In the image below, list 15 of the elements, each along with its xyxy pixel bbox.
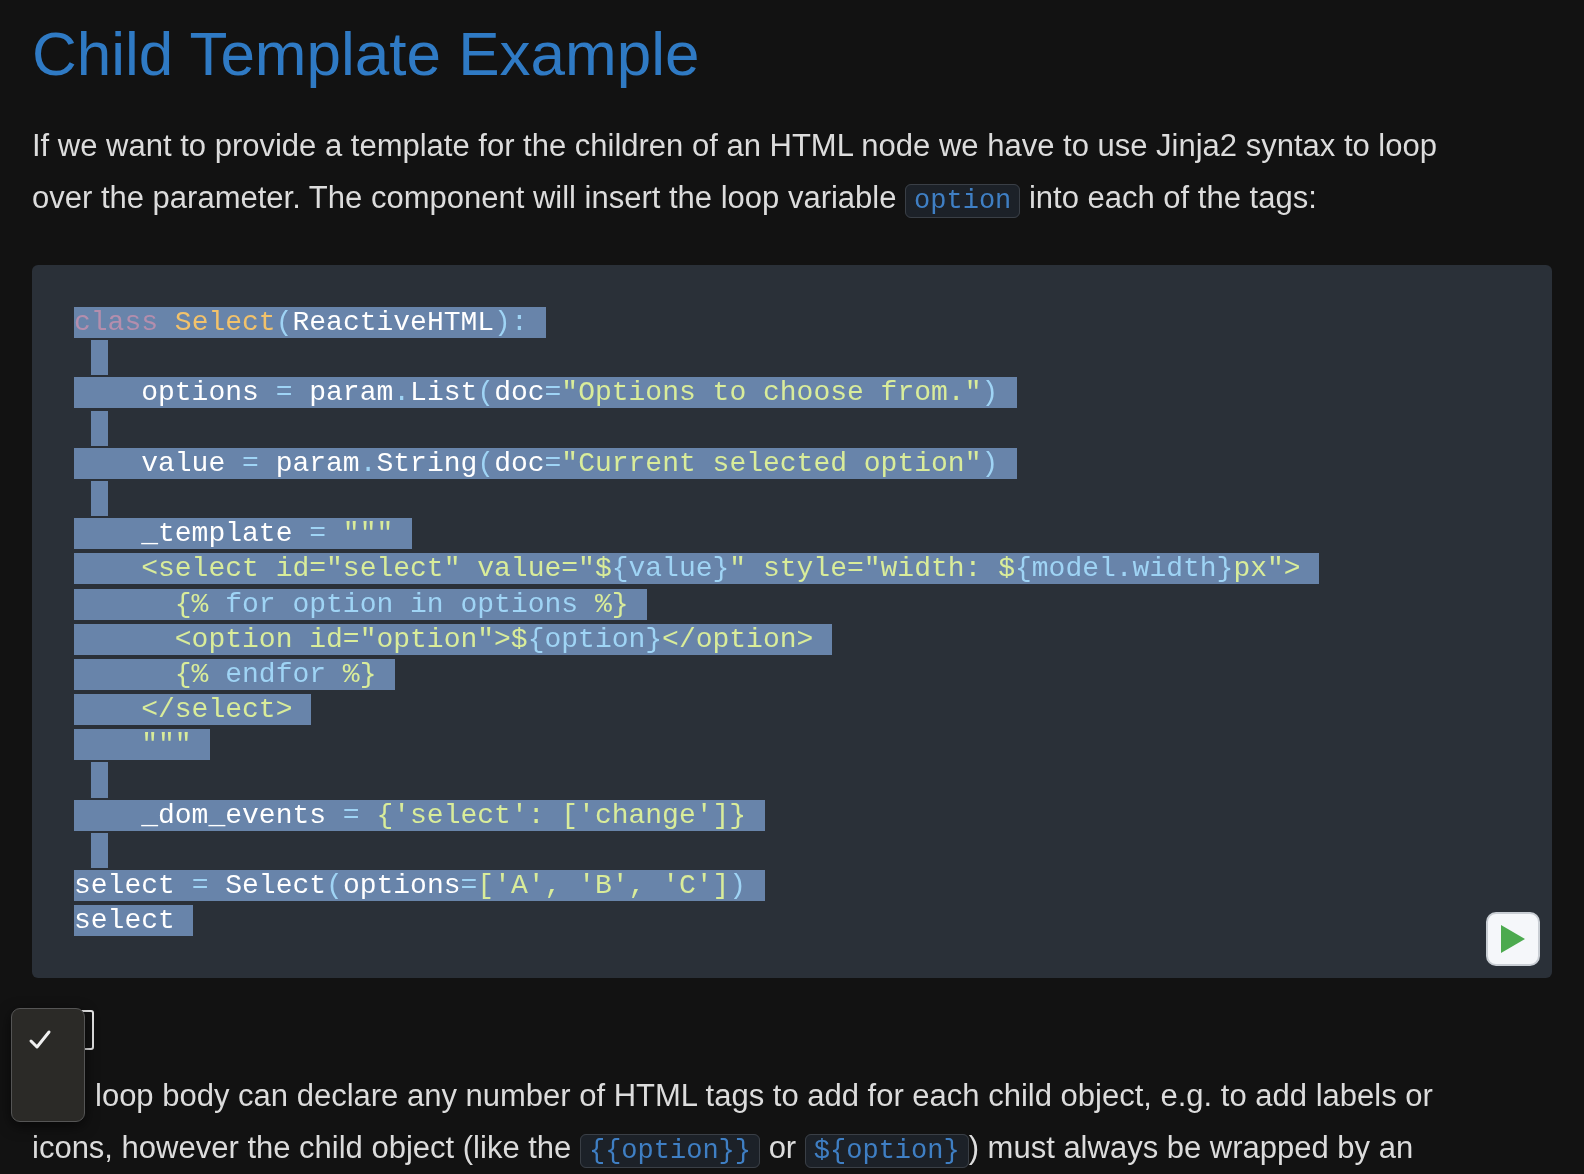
selection-highlight	[90, 480, 108, 517]
selection-highlight	[90, 762, 108, 798]
inline-code: {{option}}	[579, 1134, 760, 1169]
run-button[interactable]	[1486, 912, 1540, 967]
inline-code: option	[905, 184, 1021, 218]
inline-code: ${option}	[804, 1134, 969, 1169]
play-icon	[1501, 925, 1525, 954]
body-text: icons, however the child object (like the {{option}} or ${option} ) must always be wrapped by an	[32, 1129, 1415, 1171]
body-text: loop body can declare any number of HTML tags to add for each child object, e.g. to add labels or	[94, 1077, 1434, 1116]
selection-highlight	[90, 340, 108, 376]
page-heading: Child Template Example	[32, 18, 701, 90]
selection-highlight	[90, 832, 108, 868]
selection-highlight	[90, 410, 108, 446]
intro-text: If we want to provide a template for the children of an HTML node we have to use Jinja2 syntax to loop	[32, 127, 1438, 165]
intro-text: over the parameter. The component will insert the loop variable option into each of the tags:	[32, 179, 1318, 220]
